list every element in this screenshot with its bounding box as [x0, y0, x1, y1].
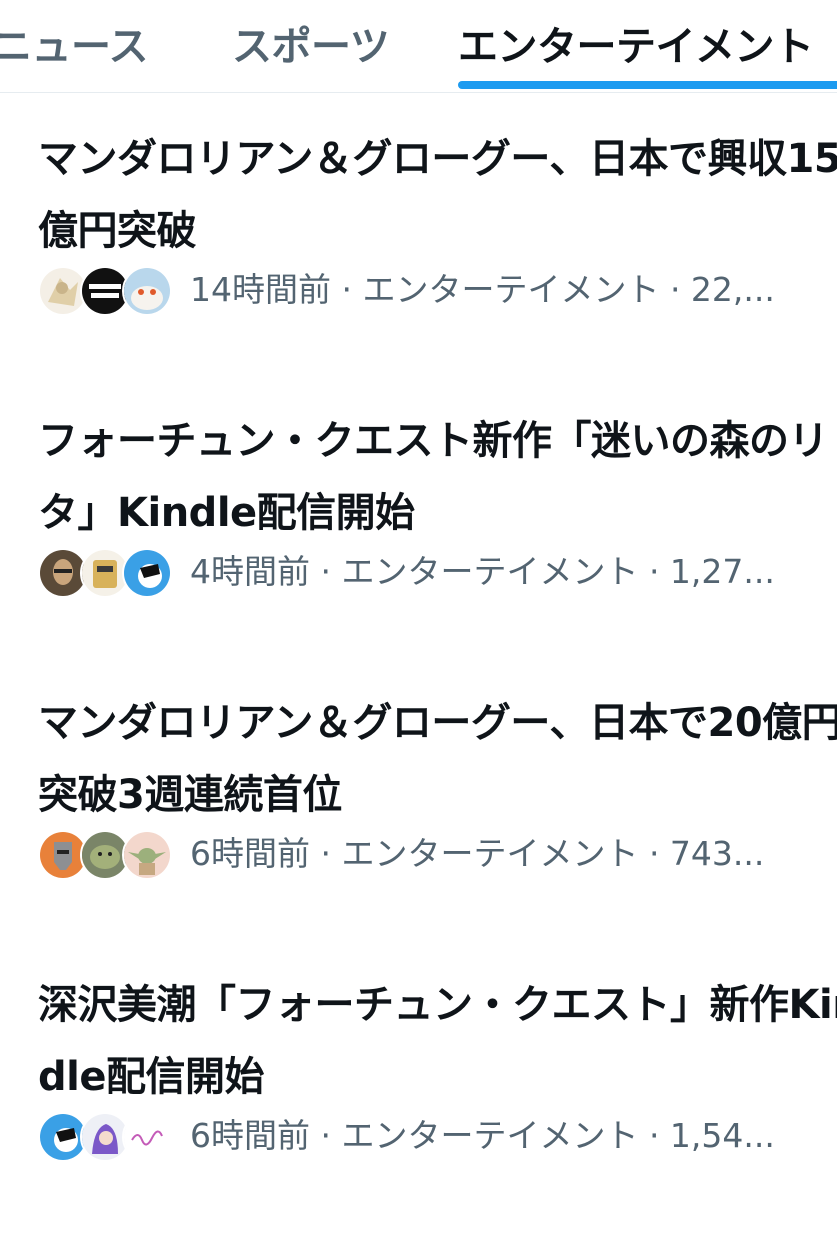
grogu-avatar-icon — [122, 830, 172, 880]
article-meta-text: 6時間前 · エンターテイメント · 743... — [190, 834, 765, 873]
avatar-stack — [38, 1112, 173, 1162]
article-meta-text: 6時間前 · エンターテイメント · 1,54... — [190, 1116, 775, 1155]
tab-news[interactable]: ニュース — [0, 14, 149, 72]
article-meta: 6時間前 · エンターテイメント · 1,54... — [38, 1110, 837, 1162]
article-meta: 4時間前 · エンターテイメント · 1,27... — [38, 546, 837, 598]
news-article[interactable]: フォーチュン・クエスト新作「迷いの森のリタ」Kindle配信開始 4時間前 · … — [0, 380, 837, 670]
tab-entertainment[interactable]: エンターテイメント — [458, 14, 814, 72]
handwriting-logo-avatar-icon — [122, 1112, 172, 1162]
article-headline: マンダロリアン＆グローグー、日本で興収15億円突破 — [38, 136, 837, 254]
anime-avatar-icon — [122, 548, 172, 598]
article-meta-text: 4時間前 · エンターテイメント · 1,27... — [190, 552, 775, 591]
avatar-stack — [38, 548, 173, 598]
avatar-stack — [38, 266, 173, 316]
tab-bar: ニュース スポーツ エンターテイメント — [0, 0, 837, 93]
news-article[interactable]: マンダロリアン＆グローグー、日本で20億円突破3週連続首位 6時間前 · エンタ… — [0, 662, 837, 952]
tab-sports[interactable]: スポーツ — [232, 14, 390, 72]
active-tab-indicator — [458, 81, 837, 89]
avatar-stack — [38, 830, 173, 880]
news-article[interactable]: 深沢美潮「フォーチュン・クエスト」新作Kindle配信開始 6時間前 · エンタ… — [0, 944, 837, 1234]
mascot-avatar-icon — [122, 266, 172, 316]
news-article[interactable]: マンダロリアン＆グローグー、日本で興収15億円突破 14時間前 · エンターテイ… — [0, 98, 837, 388]
article-meta: 14時間前 · エンターテイメント · 22,... — [38, 264, 837, 316]
article-headline: マンダロリアン＆グローグー、日本で20億円突破3週連続首位 — [38, 700, 837, 818]
article-meta-text: 14時間前 · エンターテイメント · 22,... — [190, 270, 775, 309]
article-meta: 6時間前 · エンターテイメント · 743... — [38, 828, 837, 880]
article-headline: 深沢美潮「フォーチュン・クエスト」新作Kindle配信開始 — [38, 982, 837, 1100]
article-headline: フォーチュン・クエスト新作「迷いの森のリタ」Kindle配信開始 — [38, 418, 829, 536]
